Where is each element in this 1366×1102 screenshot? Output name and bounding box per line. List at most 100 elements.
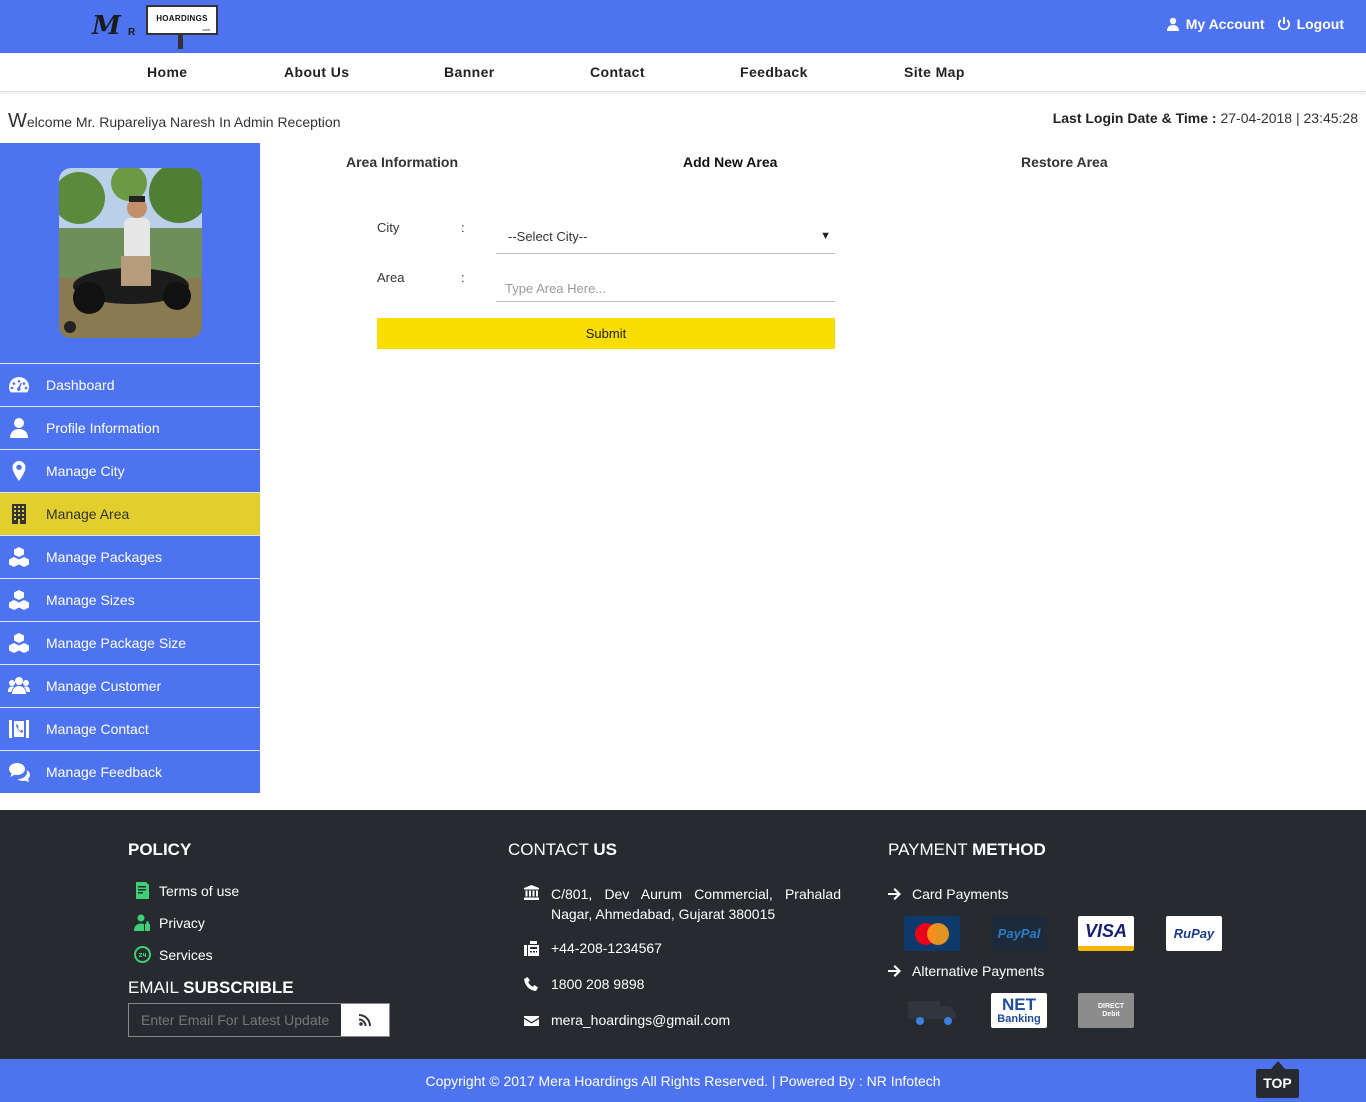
footer: POLICY Terms of use Privacy Services EMA… bbox=[0, 810, 1366, 1059]
sidebar-item-profile-information[interactable]: Profile Information bbox=[0, 406, 260, 449]
sidebar-item-label: Manage Sizes bbox=[46, 592, 135, 608]
sidebar-item-manage-contact[interactable]: Manage Contact bbox=[0, 707, 260, 750]
email-heading-light: EMAIL bbox=[128, 978, 179, 997]
email-text: mera_hoardings@gmail.com bbox=[551, 1012, 731, 1028]
my-account-link[interactable]: My Account bbox=[1166, 16, 1265, 32]
net-banking-logo: NET Banking bbox=[991, 993, 1047, 1028]
fax-icon bbox=[524, 941, 539, 956]
area-colon: : bbox=[461, 270, 465, 285]
footer-link-privacy[interactable]: Privacy bbox=[134, 914, 205, 931]
alternative-payments-row: Alternative Payments bbox=[888, 963, 1044, 979]
rupay-logo: RuPay bbox=[1166, 916, 1222, 951]
direct-debit-line1: DIRECT bbox=[1097, 1002, 1125, 1010]
net-banking-line1: NET bbox=[1002, 994, 1036, 1014]
policy-heading: POLICY bbox=[128, 840, 191, 860]
privacy-user-icon bbox=[134, 914, 150, 931]
nav-contact[interactable]: Contact bbox=[590, 64, 645, 80]
rss-icon bbox=[359, 1014, 371, 1026]
contact-address: C/801, Dev Aurum Commercial, Prahalad Na… bbox=[524, 884, 841, 924]
logo-m-letter: M bbox=[92, 11, 121, 41]
logo-board-small: com bbox=[202, 27, 210, 32]
contact-fax: +44-208-1234567 bbox=[524, 940, 662, 956]
tab-restore-area[interactable]: Restore Area bbox=[1021, 154, 1108, 170]
site-logo[interactable]: M R HOARDINGS com bbox=[90, 5, 220, 49]
city-select[interactable]: --Select City-- ▼ bbox=[496, 224, 835, 254]
email-subscribe-input[interactable] bbox=[129, 1004, 341, 1036]
main-nav: Home About Us Banner Contact Feedback Si… bbox=[0, 53, 1366, 92]
sidebar-item-dashboard[interactable]: Dashboard bbox=[0, 363, 260, 406]
my-account-label: My Account bbox=[1185, 16, 1265, 32]
phone-icon bbox=[524, 977, 538, 991]
logout-link[interactable]: Logout bbox=[1277, 16, 1344, 32]
card-payments-label: Card Payments bbox=[912, 886, 1009, 902]
city-select-value: --Select City-- bbox=[508, 229, 588, 244]
contact-phone: 1800 208 9898 bbox=[524, 976, 644, 992]
payment-heading-light: PAYMENT bbox=[888, 840, 968, 859]
footer-link-services[interactable]: Services bbox=[134, 946, 213, 963]
direct-debit-line2: Debit bbox=[1102, 1010, 1120, 1018]
last-login-info: Last Login Date & Time : 27-04-2018 | 23… bbox=[1053, 110, 1358, 126]
nav-feedback[interactable]: Feedback bbox=[740, 64, 808, 80]
avatar-photo bbox=[59, 168, 202, 338]
nav-site-map[interactable]: Site Map bbox=[904, 64, 965, 80]
sidebar-item-manage-package-size[interactable]: Manage Package Size bbox=[0, 621, 260, 664]
submit-button[interactable]: Submit bbox=[377, 318, 835, 349]
dashboard-icon bbox=[9, 377, 29, 393]
map-marker-icon bbox=[12, 461, 26, 481]
subscribe-button[interactable] bbox=[341, 1004, 389, 1036]
logo-r-letter: R bbox=[128, 27, 136, 38]
contact-book-icon bbox=[9, 720, 29, 738]
sidebar-item-manage-feedback[interactable]: Manage Feedback bbox=[0, 750, 260, 793]
cash-on-delivery-truck-logo bbox=[904, 993, 960, 1028]
nav-home[interactable]: Home bbox=[147, 64, 188, 80]
welcome-message: Welcome Mr. Rupareliya Naresh In Admin R… bbox=[8, 110, 340, 133]
delivery-truck-icon bbox=[908, 1001, 956, 1025]
alternative-payments-label: Alternative Payments bbox=[912, 963, 1045, 979]
arrow-right-icon bbox=[888, 965, 901, 977]
sidebar-item-label: Manage Packages bbox=[46, 549, 162, 565]
arrow-right-icon bbox=[888, 888, 901, 900]
cubes-icon bbox=[9, 590, 29, 610]
logo-billboard-pole bbox=[178, 35, 183, 49]
net-banking-line2: Banking bbox=[997, 1012, 1041, 1025]
copyright-text: Copyright © 2017 Mera Hoardings All Righ… bbox=[425, 1073, 941, 1089]
welcome-first-letter: W bbox=[8, 110, 27, 132]
logo-board-text: HOARDINGS bbox=[156, 14, 208, 23]
mastercard-logo bbox=[904, 916, 960, 951]
user-icon bbox=[10, 418, 28, 438]
area-input[interactable] bbox=[496, 272, 835, 302]
last-login-label: Last Login Date & Time : bbox=[1052, 110, 1217, 126]
logout-label: Logout bbox=[1296, 16, 1344, 32]
payment-heading-bold: METHOD bbox=[972, 840, 1046, 859]
sidebar-item-label: Profile Information bbox=[46, 420, 160, 436]
building-icon bbox=[12, 504, 26, 524]
address-text: C/801, Dev Aurum Commercial, Prahalad Na… bbox=[551, 886, 841, 922]
sidebar-item-manage-packages[interactable]: Manage Packages bbox=[0, 535, 260, 578]
top-header: M R HOARDINGS com My Account Logout bbox=[0, 0, 1366, 53]
sidebar-item-manage-city[interactable]: Manage City bbox=[0, 449, 260, 492]
envelope-icon bbox=[524, 1016, 539, 1026]
tab-area-information[interactable]: Area Information bbox=[346, 154, 458, 170]
paypal-logo: PayPal bbox=[991, 916, 1047, 951]
cubes-icon bbox=[9, 633, 29, 653]
sidebar-item-label: Manage Feedback bbox=[46, 764, 162, 780]
24-hours-icon bbox=[134, 946, 151, 963]
footer-link-label: Terms of use bbox=[159, 882, 240, 899]
sidebar-item-label: Manage Customer bbox=[46, 678, 162, 694]
power-icon bbox=[1277, 17, 1290, 31]
fax-text: +44-208-1234567 bbox=[551, 940, 662, 956]
sidebar-item-manage-customer[interactable]: Manage Customer bbox=[0, 664, 260, 707]
sidebar-item-label: Manage Package Size bbox=[46, 635, 187, 651]
sidebar-item-manage-sizes[interactable]: Manage Sizes bbox=[0, 578, 260, 621]
comments-icon bbox=[9, 763, 30, 782]
nav-about-us[interactable]: About Us bbox=[284, 64, 349, 80]
document-check-icon bbox=[136, 882, 150, 899]
scroll-top-button[interactable]: TOP bbox=[1256, 1061, 1299, 1098]
footer-link-terms[interactable]: Terms of use bbox=[134, 882, 239, 899]
sidebar-item-label: Manage Contact bbox=[46, 721, 149, 737]
tab-add-new-area[interactable]: Add New Area bbox=[683, 154, 777, 170]
nav-banner[interactable]: Banner bbox=[444, 64, 495, 80]
avatar bbox=[59, 168, 202, 338]
sidebar-item-manage-area[interactable]: Manage Area bbox=[0, 492, 260, 535]
users-icon bbox=[8, 677, 30, 694]
